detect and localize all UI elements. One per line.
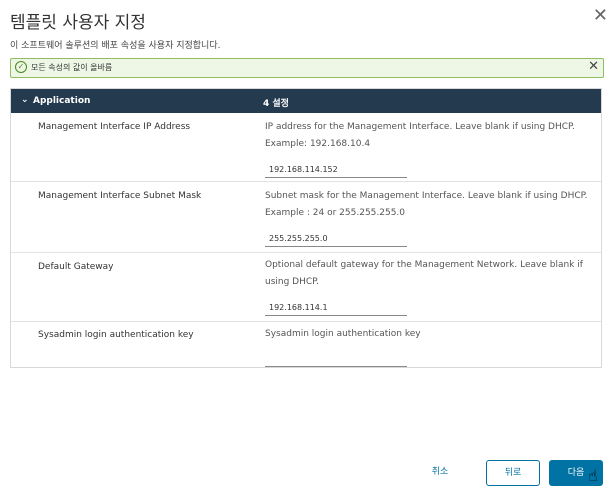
property-label: Default Gateway [38,262,114,272]
banner-close-icon[interactable]: ✕ [588,59,599,74]
settings-count: 4 설정 [263,99,289,109]
property-row-sysadmin-key: Sysadmin login authentication key Sysadm… [11,322,601,370]
sysadmin-key-input[interactable] [265,350,407,367]
property-row-subnet: Management Interface Subnet Mask Subnet … [11,182,601,253]
property-row-ip: Management Interface IP Address IP addre… [11,113,601,182]
validation-banner: ✓ 모든 속성의 값이 올바름 ✕ [10,58,604,78]
check-circle-icon: ✓ [15,61,27,73]
subnet-mask-input[interactable] [265,230,407,247]
property-label: Management Interface Subnet Mask [38,191,202,201]
section-title: Application [33,96,91,106]
property-label: Management Interface IP Address [38,122,191,132]
section-header[interactable]: ⌄ Application 4 설정 [11,89,601,113]
chevron-down-icon[interactable]: ⌄ [21,95,29,105]
close-icon[interactable]: ✕ [593,6,608,26]
property-description: Subnet mask for the Management Interface… [265,191,588,218]
property-description: IP address for the Management Interface.… [265,122,575,149]
property-label: Sysadmin login authentication key [38,330,194,340]
cancel-button[interactable]: 취소 [420,460,460,486]
dialog-subtitle: 이 소프트웨어 솔루션의 배포 속성을 사용자 지정합니다. [10,41,221,51]
ip-address-input[interactable] [265,161,407,178]
banner-message: 모든 속성의 값이 올바름 [31,63,113,72]
properties-panel: ⌄ Application 4 설정 Management Interface … [10,88,602,368]
dialog-title: 템플릿 사용자 지정 [10,13,146,33]
pointer-cursor-icon: ☝ [588,466,598,485]
property-description: Sysadmin login authentication key [265,329,421,339]
property-description: Optional default gateway for the Managem… [265,260,583,287]
back-button[interactable]: 뒤로 [486,460,540,486]
gateway-input[interactable] [265,299,407,316]
property-row-gateway: Default Gateway Optional default gateway… [11,253,601,322]
